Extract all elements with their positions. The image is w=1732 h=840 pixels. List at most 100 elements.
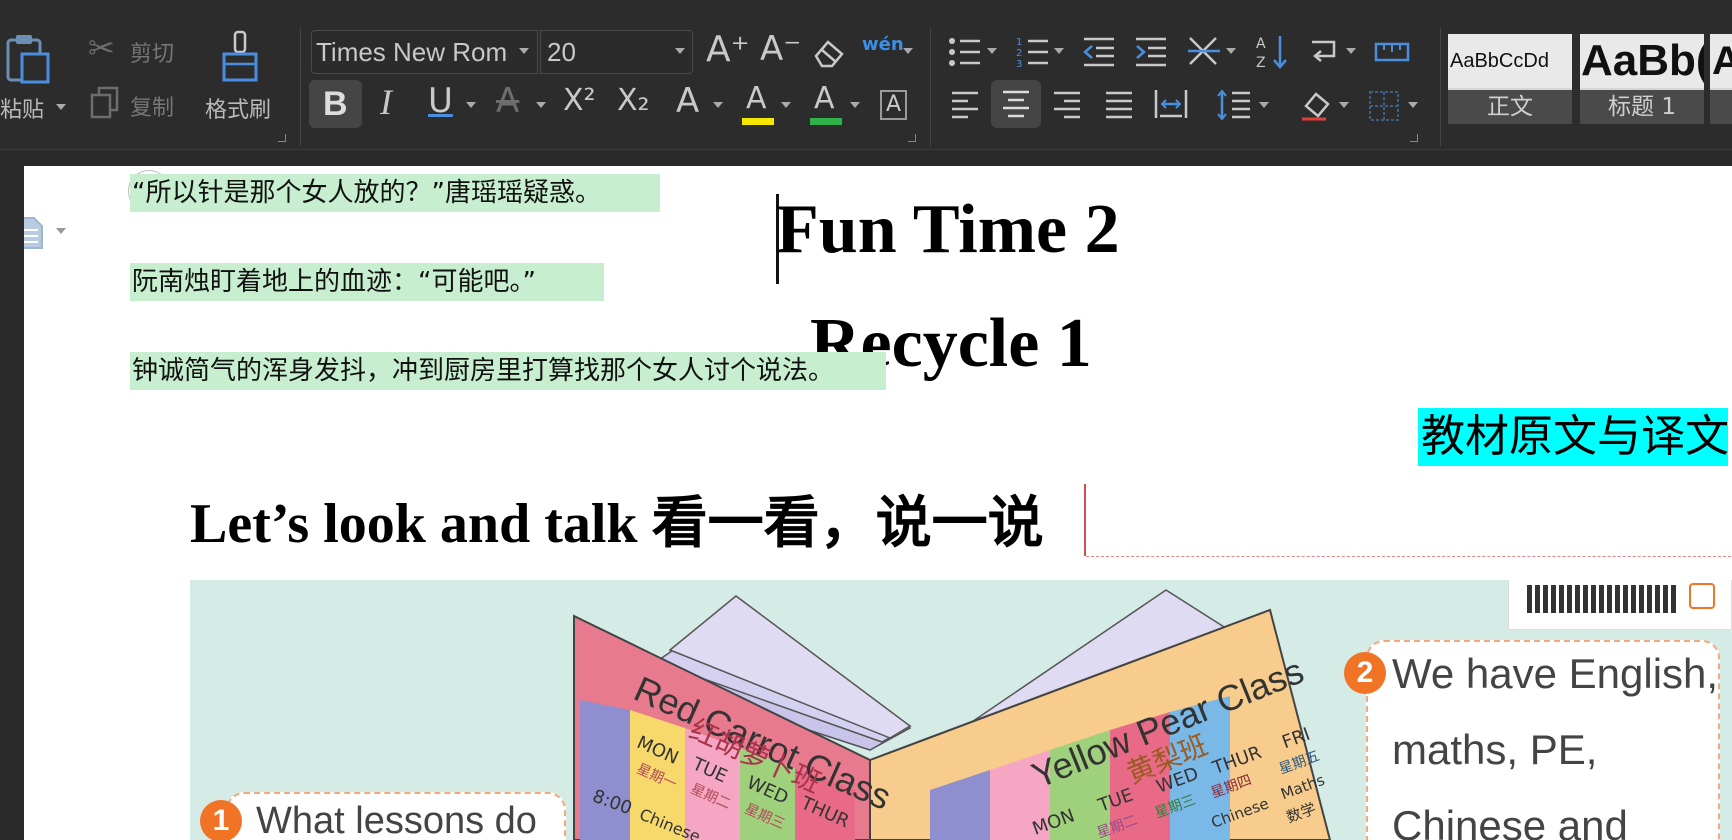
shrink-font-icon[interactable]: A⁻ <box>760 32 801 66</box>
chevron-down-icon[interactable] <box>675 48 685 54</box>
chevron-down-icon[interactable] <box>850 102 860 108</box>
svg-text:A: A <box>1256 36 1266 52</box>
copy-button[interactable]: 复制 <box>88 86 188 126</box>
superscript-icon[interactable]: X² <box>563 86 596 116</box>
bold-button[interactable]: B <box>309 80 362 128</box>
highlight-color-button[interactable]: A <box>742 84 782 128</box>
chevron-down-icon[interactable] <box>466 102 476 108</box>
cut-label: 剪切 <box>130 42 175 67</box>
align-left-icon[interactable] <box>950 90 980 120</box>
sort-icon[interactable]: AZ <box>1256 34 1290 70</box>
style-heading-2-name <box>1710 90 1732 124</box>
qr-code-card <box>1508 580 1732 630</box>
text-direction-icon[interactable] <box>1186 34 1222 68</box>
grow-font-icon[interactable]: A⁺ <box>706 32 750 68</box>
line-spacing-icon[interactable] <box>1216 88 1252 122</box>
chevron-down-icon[interactable] <box>1054 48 1064 54</box>
ruler-icon[interactable] <box>1374 40 1410 64</box>
bubble-2-line-1: We have English, <box>1392 650 1719 697</box>
eraser-icon[interactable] <box>812 36 846 70</box>
align-center-icon <box>1003 90 1029 118</box>
paragraph-icon[interactable] <box>24 216 48 250</box>
document-title: Fun Time 2 <box>776 191 1120 268</box>
svg-text:1: 1 <box>1016 37 1022 48</box>
cyan-highlight-label: 教材原文与译文 <box>1418 408 1729 466</box>
text-effect-icon[interactable]: A <box>676 84 699 118</box>
clipboard-group-expander[interactable] <box>278 134 286 142</box>
font-group-expander[interactable] <box>908 134 916 142</box>
paragraph-group-expander[interactable] <box>1410 134 1418 142</box>
font-size-value: 20 <box>547 37 576 67</box>
highlighter-icon: A <box>746 81 767 116</box>
highlighted-line-3: 钟诚简气的浑身发抖，冲到厨房里打算找那个女人讨个说法。 <box>130 352 886 390</box>
bubble-2-line-3: Chinese and <box>1392 802 1628 840</box>
paste-button[interactable]: 粘贴 <box>0 30 72 130</box>
chevron-down-icon[interactable] <box>713 102 723 108</box>
chevron-down-icon[interactable] <box>56 228 66 234</box>
divider <box>930 28 931 146</box>
svg-text:2: 2 <box>1016 48 1022 59</box>
paste-label: 粘贴 <box>0 98 45 123</box>
bullet-list-icon[interactable] <box>948 36 982 68</box>
numbered-list-icon[interactable]: 123 <box>1016 36 1050 68</box>
font-color-bar <box>810 118 842 125</box>
chevron-down-icon[interactable] <box>1408 102 1418 108</box>
font-family-value: Times New Rom <box>316 37 508 67</box>
ribbon-toolbar: 粘贴 ✂ 剪切 复制 格式刷 Times New Rom 20 A⁺ A⁻ wé… <box>0 0 1732 150</box>
chevron-down-icon[interactable] <box>781 102 791 108</box>
highlighted-line-1: “所以针是那个女人放的？”唐瑶瑶疑惑。 <box>130 174 660 212</box>
highlight-color-bar <box>742 118 774 125</box>
chevron-down-icon[interactable] <box>519 48 529 54</box>
increase-indent-icon[interactable] <box>1134 36 1168 68</box>
divider <box>300 28 301 146</box>
font-size-select[interactable]: 20 <box>540 30 693 74</box>
font-family-select[interactable]: Times New Rom <box>311 30 538 74</box>
divider <box>1440 28 1441 146</box>
section-heading: Let’s look and talk 看一看，说一说 <box>190 493 1044 555</box>
highlighted-line-2: 阮南烛盯着地上的血迹：“可能吧。” <box>130 263 604 301</box>
justify-icon[interactable] <box>1104 90 1134 120</box>
style-heading-2[interactable]: A <box>1710 34 1732 124</box>
paintbrush-icon <box>222 30 258 82</box>
chevron-down-icon[interactable] <box>1339 102 1349 108</box>
copy-label: 复制 <box>130 96 175 121</box>
decrease-indent-icon[interactable] <box>1082 36 1116 68</box>
format-painter-button[interactable]: 格式刷 <box>200 30 280 130</box>
align-right-icon[interactable] <box>1052 90 1082 120</box>
chevron-down-icon[interactable] <box>536 102 546 108</box>
chevron-down-icon[interactable] <box>987 48 997 54</box>
distributed-align-icon[interactable] <box>1154 88 1188 120</box>
chevron-down-icon[interactable] <box>56 104 66 110</box>
format-painter-label: 格式刷 <box>205 98 272 123</box>
underline-icon[interactable]: U <box>428 84 453 118</box>
align-center-button[interactable] <box>991 80 1041 128</box>
cut-button[interactable]: ✂ 剪切 <box>88 32 188 72</box>
style-heading-1-sample: AaBb( <box>1580 34 1704 88</box>
character-border-icon[interactable]: A <box>880 90 908 120</box>
borders-icon[interactable] <box>1368 90 1400 122</box>
style-heading-1[interactable]: AaBb( 标题 1 <box>1580 34 1704 124</box>
svg-text:Z: Z <box>1256 55 1266 70</box>
copy-icon <box>90 86 119 119</box>
revision-marker-line <box>1084 484 1086 556</box>
chevron-down-icon[interactable] <box>1346 48 1356 54</box>
italic-icon[interactable]: I <box>380 84 392 120</box>
qr-code <box>1527 585 1677 613</box>
bubble-2-line-2: maths, PE, <box>1392 726 1598 773</box>
style-normal[interactable]: AaBbCcDd 正文 <box>1448 34 1572 124</box>
chevron-down-icon[interactable] <box>903 48 913 54</box>
style-heading-1-name: 标题 1 <box>1580 90 1704 124</box>
bold-icon: B <box>323 85 348 123</box>
subscript-icon[interactable]: X₂ <box>617 86 650 116</box>
chevron-down-icon[interactable] <box>1226 48 1236 54</box>
bubble-1-number: 1 <box>200 800 242 840</box>
line-break-icon[interactable] <box>1308 36 1342 70</box>
speech-bubble-1: What lessons do <box>226 792 566 840</box>
shading-icon[interactable] <box>1300 88 1334 122</box>
style-heading-2-sample: A <box>1710 34 1732 88</box>
font-color-button[interactable]: A <box>810 84 850 128</box>
chevron-down-icon[interactable] <box>1259 102 1269 108</box>
strikethrough-icon[interactable]: A <box>496 84 519 118</box>
phonetic-guide-icon[interactable]: wén <box>862 36 904 54</box>
scissors-icon: ✂ <box>88 29 115 67</box>
